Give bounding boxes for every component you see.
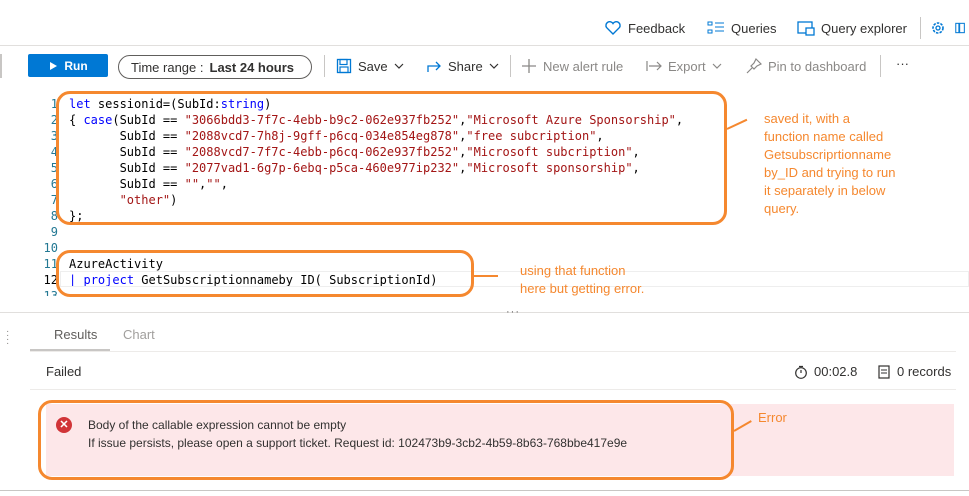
status-divider [30,389,956,390]
play-icon [50,61,58,70]
chevron-down-icon [394,63,404,69]
tab-chart[interactable]: Chart [123,327,155,342]
annotation-note-function: saved it, with a function name called Ge… [764,110,896,218]
more-options-button[interactable]: ··· [896,56,909,71]
annotation-box-query [56,250,474,297]
line-number: 1 [50,97,58,111]
timer-icon [795,365,807,379]
line-number: 4 [50,145,58,159]
toolbar-divider [880,55,881,77]
run-label: Run [64,58,88,73]
query-status: Failed [46,364,82,379]
annotation-line: by_ID and trying to run [764,165,896,180]
time-range-button[interactable]: Time range : Last 24 hours [118,55,312,79]
export-arrow-icon [646,61,662,71]
annotation-line: query. [764,201,800,216]
document-icon [878,364,890,379]
time-range-value: Last 24 hours [209,59,295,75]
line-numbers: 1 2 3 4 5 6 7 8 9 10 11 12 13 [0,96,58,296]
time-range-label: Time range : [131,59,204,75]
query-explorer-label: Query explorer [821,20,907,36]
pin-icon [746,58,762,74]
annotation-box-error [38,400,734,480]
query-duration: 00:02.8 [794,364,857,379]
annotation-line: using that function [520,263,626,278]
more-icon: ··· [896,56,909,71]
explorer-icon [797,21,815,36]
save-icon [336,58,352,74]
editor-results-splitter[interactable] [0,312,969,313]
drag-handle-icon[interactable]: ··· [506,306,520,318]
line-number: 11 [43,257,58,271]
line-number: 13 [43,289,58,296]
heart-icon [605,21,621,35]
share-label: Share [448,58,483,74]
tabs-divider [30,351,956,352]
list-icon [707,21,724,34]
line-number: 8 [50,209,58,223]
plus-icon [522,59,536,73]
bottom-border [0,490,969,491]
records-value: 0 records [897,364,952,379]
feedback-label: Feedback [628,20,686,36]
line-number: 3 [50,129,58,143]
line-number: 6 [50,177,58,191]
annotation-line: Getsubscriprtionname [764,147,892,162]
book-button[interactable] [955,20,969,36]
duration-value: 00:02.8 [814,364,858,379]
line-number: 10 [43,241,58,255]
export-label: Export [668,58,706,74]
line-number: 5 [50,161,58,175]
line-number: 9 [50,225,58,239]
save-button[interactable]: Save [336,58,404,74]
chevron-down-icon [712,63,722,69]
pin-to-dashboard-button[interactable]: Pin to dashboard [746,58,866,74]
line-number: 12 [43,273,58,287]
line-number: 2 [50,113,58,127]
share-icon [427,61,441,72]
save-label: Save [358,58,388,74]
annotation-note-error: Error [758,410,787,425]
queries-link[interactable]: Queries [707,20,777,36]
annotation-connector [474,275,498,277]
export-button[interactable]: Export [646,58,722,74]
pane-edge [0,54,2,78]
chevron-down-icon [489,63,499,69]
annotation-box-function [56,91,727,225]
new-alert-rule-button[interactable]: New alert rule [521,58,623,74]
annotation-line: function name called [764,129,884,144]
queries-label: Queries [731,20,777,36]
feedback-link[interactable]: Feedback [604,20,685,36]
share-button[interactable]: Share [426,58,499,74]
record-count: 0 records [877,364,951,379]
query-explorer-link[interactable]: Query explorer [797,20,907,36]
annotation-line: saved it, with a [764,111,850,126]
annotation-note-query: using that function here but getting err… [520,262,644,298]
gear-icon [932,22,944,34]
side-drag-handle-icon[interactable]: · · · · [6,327,9,349]
run-button[interactable]: Run [28,54,108,77]
pin-to-dashboard-label: Pin to dashboard [768,58,867,74]
book-icon [955,22,965,34]
toolbar-divider [510,55,511,77]
settings-button[interactable] [930,20,948,36]
tab-results[interactable]: Results [54,327,97,342]
header-divider [920,17,921,39]
annotation-line: it separately in below [764,183,886,198]
toolbar-divider [324,55,325,77]
line-number: 7 [50,193,58,207]
new-alert-rule-label: New alert rule [543,58,624,74]
annotation-line: here but getting error. [520,281,645,296]
